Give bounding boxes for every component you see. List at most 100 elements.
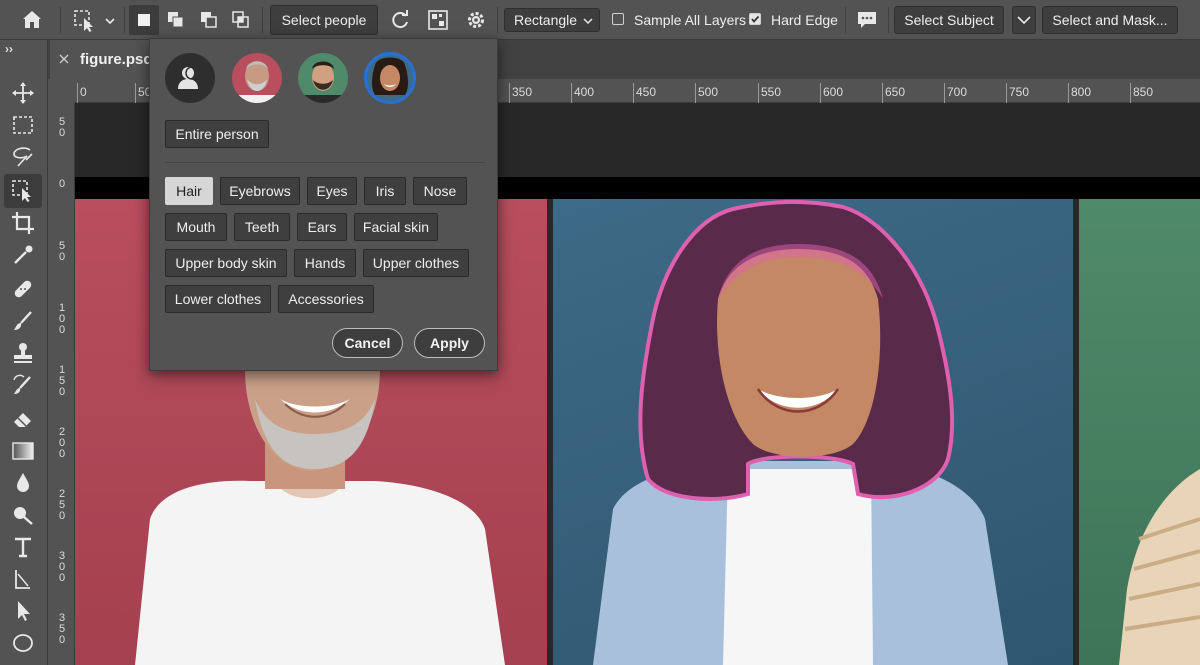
move-tool-icon[interactable] — [10, 80, 36, 106]
ruler-tick-label: 0 — [58, 178, 66, 190]
select-and-mask-button[interactable]: Select and Mask... — [1042, 6, 1178, 34]
options-bar: Select people Rectangle Sample All Layer… — [0, 0, 1200, 40]
part-chip-mouth[interactable]: Mouth — [165, 213, 227, 241]
dodge-tool-icon[interactable] — [10, 502, 36, 528]
speech-bubble-icon[interactable] — [855, 8, 879, 32]
crop-tool-icon[interactable] — [10, 210, 36, 236]
ruler-tick-label: 600 — [823, 85, 844, 99]
ruler-tick-label: 200 — [58, 426, 66, 460]
part-chip-label: Ears — [307, 219, 337, 235]
person-avatar-1[interactable] — [232, 53, 282, 103]
path-selection-icon[interactable] — [10, 566, 36, 592]
chevron-down-icon[interactable] — [104, 14, 116, 26]
shape-mode-dropdown[interactable]: Rectangle — [504, 8, 600, 32]
photo-panel-woman-curly-hair[interactable] — [553, 199, 1073, 665]
healing-brush-icon[interactable] — [10, 276, 36, 302]
select-people-button[interactable]: Select people — [270, 5, 378, 35]
part-chip-eyes[interactable]: Eyes — [307, 177, 357, 205]
ruler-tick-label: 350 — [58, 612, 66, 646]
panel-collapse-toggle[interactable]: ›› — [5, 42, 13, 56]
refresh-icon[interactable] — [388, 8, 412, 32]
eraser-tool-icon[interactable] — [10, 406, 36, 432]
chevron-down-icon — [1017, 16, 1031, 25]
history-brush-icon[interactable] — [10, 372, 36, 398]
ruler-tick — [1130, 83, 1131, 103]
man-striped-shirt-illustration — [1119, 469, 1200, 665]
sample-all-layers-checkbox[interactable] — [612, 13, 624, 25]
part-chip-upper-clothes[interactable]: Upper clothes — [363, 249, 469, 277]
photo-panel-man-striped-shirt[interactable] — [1079, 199, 1200, 665]
entire-person-button[interactable]: Entire person — [165, 120, 269, 148]
ruler-tick — [695, 83, 696, 103]
ruler-corner — [48, 79, 75, 103]
intersect-selection-icon[interactable] — [229, 8, 253, 32]
blur-tool-icon[interactable] — [10, 470, 36, 496]
chevron-down-icon — [583, 18, 593, 25]
part-chip-eyebrows[interactable]: Eyebrows — [220, 177, 300, 205]
part-chip-label: Eyes — [316, 183, 348, 199]
object-selection-tool-active[interactable] — [4, 174, 42, 208]
ruler-tick-label: 800 — [1071, 85, 1092, 99]
type-tool-icon[interactable] — [10, 534, 36, 560]
part-chip-hands[interactable]: Hands — [294, 249, 356, 277]
ruler-tick — [77, 83, 78, 103]
hard-edge-label: Hard Edge — [771, 12, 838, 28]
ruler-tick-label: 700 — [947, 85, 968, 99]
brush-tool-icon[interactable] — [10, 308, 36, 334]
part-chip-facial-skin[interactable]: Facial skin — [354, 213, 438, 241]
ellipse-tool-icon[interactable] — [10, 630, 36, 656]
select-subject-dropdown[interactable] — [1012, 6, 1036, 34]
apply-button[interactable]: Apply — [414, 328, 485, 358]
ruler-tick — [820, 83, 821, 103]
part-chip-lower-clothes[interactable]: Lower clothes — [165, 285, 271, 313]
part-chip-label: Teeth — [244, 219, 280, 235]
object-finder-icon[interactable] — [426, 8, 450, 32]
object-selection-tool-icon[interactable] — [72, 8, 98, 34]
direct-selection-icon[interactable] — [10, 598, 36, 624]
part-chip-accessories[interactable]: Accessories — [278, 285, 374, 313]
ruler-tick — [1068, 83, 1069, 103]
all-people-avatar[interactable] — [165, 53, 215, 103]
tools-panel: ›› — [0, 40, 48, 665]
new-selection-icon[interactable] — [129, 5, 159, 35]
select-subject-button[interactable]: Select Subject — [894, 6, 1004, 34]
select-subject-label: Select Subject — [904, 12, 994, 28]
add-to-selection-icon[interactable] — [164, 8, 188, 32]
gradient-tool-icon[interactable] — [10, 438, 36, 464]
ruler-tick-label: 50 — [58, 116, 66, 139]
hard-edge-checkbox[interactable] — [749, 13, 761, 25]
clone-stamp-icon[interactable] — [10, 340, 36, 366]
eyedropper-tool-icon[interactable] — [10, 242, 36, 268]
part-chip-upper-body-skin[interactable]: Upper body skin — [165, 249, 287, 277]
marquee-tool-icon[interactable] — [10, 112, 36, 138]
part-chip-label: Accessories — [288, 291, 364, 307]
person-silhouette-icon — [178, 66, 199, 89]
close-icon[interactable] — [59, 54, 69, 64]
part-chip-hair[interactable]: Hair — [165, 177, 213, 205]
home-icon[interactable] — [20, 8, 44, 32]
shape-mode-value: Rectangle — [514, 12, 578, 28]
ruler-tick — [1006, 83, 1007, 103]
ruler-tick-label: 500 — [698, 85, 719, 99]
woman-curly-hair-illustration — [593, 199, 1008, 665]
sample-all-layers-label: Sample All Layers — [634, 12, 747, 28]
lasso-tool-icon[interactable] — [10, 144, 36, 170]
part-chip-label: Facial skin — [362, 219, 430, 235]
cancel-button[interactable]: Cancel — [332, 328, 403, 358]
person-avatar-3-selected[interactable] — [364, 52, 416, 104]
person-avatar-2[interactable] — [298, 53, 348, 103]
part-chip-ears[interactable]: Ears — [297, 213, 347, 241]
part-chip-nose[interactable]: Nose — [413, 177, 467, 205]
part-chip-label: Eyebrows — [229, 183, 291, 199]
ruler-tick-label: 850 — [1133, 85, 1154, 99]
part-chip-iris[interactable]: Iris — [364, 177, 406, 205]
popover-divider — [165, 162, 485, 163]
part-chip-label: Lower clothes — [174, 291, 262, 307]
subtract-from-selection-icon[interactable] — [197, 8, 221, 32]
part-chip-teeth[interactable]: Teeth — [234, 213, 290, 241]
part-chip-label: Upper clothes — [372, 255, 460, 271]
ruler-tick — [509, 83, 510, 103]
document-tab[interactable]: figure.psd — [50, 40, 153, 79]
gear-icon[interactable] — [464, 8, 488, 32]
select-people-label: Select people — [281, 12, 367, 28]
